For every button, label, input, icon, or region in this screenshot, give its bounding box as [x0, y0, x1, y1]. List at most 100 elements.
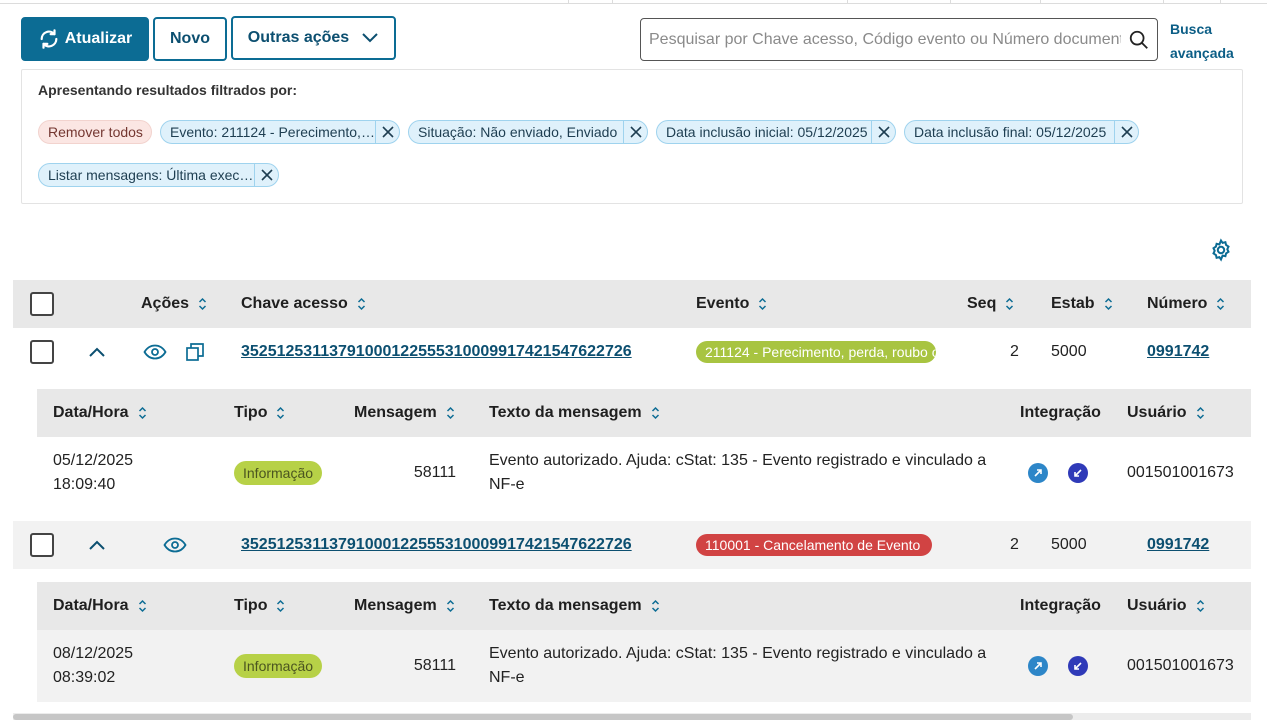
column-datetime[interactable]: Data/Hora	[53, 582, 147, 630]
column-user[interactable]: Usuário	[1127, 389, 1205, 437]
column-message[interactable]: Mensagem	[354, 389, 455, 437]
column-message-text[interactable]: Texto da mensagem	[489, 582, 660, 630]
arrow-down-left-icon[interactable]	[1068, 656, 1088, 676]
sort-icon	[357, 297, 366, 311]
close-icon[interactable]	[871, 121, 895, 143]
type-tag: Informação	[234, 654, 323, 678]
arrow-up-right-icon[interactable]	[1028, 656, 1048, 676]
message-text: Evento autorizado. Ajuda: cStat: 135 - E…	[489, 645, 987, 686]
select-all-checkbox[interactable]	[30, 292, 54, 316]
sort-icon	[1104, 297, 1113, 311]
column-label: Mensagem	[354, 404, 437, 421]
column-seq[interactable]: Seq	[967, 280, 1014, 328]
column-message[interactable]: Mensagem	[354, 582, 455, 630]
grid-header: Ações Chave acesso Evento Seq Estab Núme…	[13, 280, 1251, 328]
gear-icon[interactable]	[1209, 238, 1233, 262]
refresh-button[interactable]: Atualizar	[21, 17, 149, 61]
column-label: Tipo	[234, 404, 268, 421]
advanced-search-link[interactable]: Busca avançada	[1170, 17, 1250, 65]
search-input[interactable]	[649, 30, 1121, 49]
chevron-down-icon	[362, 33, 378, 43]
column-datetime[interactable]: Data/Hora	[53, 389, 147, 437]
message-date: 05/12/2025	[53, 452, 134, 469]
column-user[interactable]: Usuário	[1127, 582, 1205, 630]
sort-icon	[138, 599, 147, 613]
sort-icon	[1216, 297, 1225, 311]
number-link[interactable]: 0991742	[1147, 343, 1209, 361]
horizontal-scrollbar[interactable]	[13, 713, 1251, 720]
row-checkbox[interactable]	[30, 533, 54, 557]
column-label: Chave acesso	[241, 295, 348, 312]
column-label: Evento	[696, 295, 750, 312]
column-label: Texto da mensagem	[489, 597, 642, 614]
close-icon[interactable]	[254, 164, 278, 186]
column-label: Integração	[1020, 404, 1101, 421]
sort-icon	[651, 406, 660, 420]
close-icon[interactable]	[1114, 121, 1138, 143]
search-box	[640, 18, 1158, 61]
other-actions-button[interactable]: Outras ações	[231, 16, 396, 60]
sort-icon	[758, 297, 767, 311]
column-access-key[interactable]: Chave acesso	[241, 280, 366, 328]
column-type[interactable]: Tipo	[234, 582, 285, 630]
chevron-up-icon[interactable]	[88, 521, 106, 569]
table-row: 3525125311379100012255531000991742154762…	[13, 521, 1251, 569]
column-event[interactable]: Evento	[696, 280, 767, 328]
other-actions-label: Outras ações	[247, 29, 350, 46]
sort-icon	[1005, 297, 1014, 311]
subgrid-header: Data/Hora Tipo Mensagem Texto da mensage…	[37, 389, 1251, 437]
sort-icon	[446, 406, 455, 420]
column-message-text[interactable]: Texto da mensagem	[489, 389, 660, 437]
event-tag: 211124 - Perecimento, perda, roubo ou fu…	[696, 341, 936, 363]
filter-chip-label: Listar mensagens: Última execução	[48, 167, 254, 183]
column-label: Número	[1147, 295, 1208, 312]
close-icon[interactable]	[375, 121, 399, 143]
sort-icon	[276, 406, 285, 420]
eye-icon[interactable]	[163, 521, 187, 569]
message-text: Evento autorizado. Ajuda: cStat: 135 - E…	[489, 452, 987, 493]
column-type[interactable]: Tipo	[234, 389, 285, 437]
column-label: Texto da mensagem	[489, 404, 642, 421]
copy-icon[interactable]	[185, 328, 205, 376]
subgrid-row: 05/12/2025 18:09:40 Informação 58111 Eve…	[37, 437, 1251, 509]
filter-chip-messages: Listar mensagens: Última execução	[38, 163, 279, 187]
user-value: 001501001673	[1127, 657, 1234, 674]
filter-chip-label: Situação: Não enviado, Enviado	[418, 124, 618, 140]
refresh-label: Atualizar	[64, 30, 133, 47]
column-actions[interactable]: Ações	[141, 280, 207, 328]
remove-all-chip[interactable]: Remover todos	[38, 120, 152, 144]
message-time: 08:39:02	[53, 669, 116, 686]
arrow-down-left-icon[interactable]	[1068, 463, 1088, 483]
close-icon[interactable]	[623, 121, 647, 143]
search-icon[interactable]	[1121, 29, 1157, 51]
type-tag: Informação	[234, 461, 323, 485]
filter-chip-start-date: Data inclusão inicial: 05/12/2025	[656, 120, 896, 144]
app: Atualizar Novo Outras ações Busca avança…	[0, 0, 1267, 720]
estab-value: 5000	[1051, 536, 1087, 553]
scrollbar-thumb[interactable]	[13, 714, 1073, 720]
eye-icon[interactable]	[143, 328, 167, 376]
seq-value: 2	[1010, 343, 1019, 360]
filter-title: Apresentando resultados filtrados por:	[38, 82, 298, 98]
sort-icon	[651, 599, 660, 613]
column-label: Integração	[1020, 597, 1101, 614]
sort-icon	[276, 599, 285, 613]
arrow-up-right-icon[interactable]	[1028, 463, 1048, 483]
column-estab[interactable]: Estab	[1051, 280, 1113, 328]
column-number[interactable]: Número	[1147, 280, 1225, 328]
access-key-link[interactable]: 3525125311379100012255531000991742154762…	[241, 343, 632, 361]
new-button[interactable]: Novo	[153, 17, 227, 61]
filter-chip-label: Evento: 211124 - Perecimento, perda, rou…	[170, 124, 375, 140]
column-label: Ações	[141, 295, 190, 312]
row-checkbox[interactable]	[30, 340, 54, 364]
sort-icon	[446, 599, 455, 613]
access-key-link[interactable]: 3525125311379100012255531000991742154762…	[241, 536, 632, 554]
chevron-up-icon[interactable]	[88, 328, 106, 376]
sort-icon	[1196, 406, 1205, 420]
column-label: Estab	[1051, 295, 1095, 312]
message-time: 18:09:40	[53, 476, 116, 493]
subgrid-row: 08/12/2025 08:39:02 Informação 58111 Eve…	[37, 630, 1251, 702]
sort-icon	[138, 406, 147, 420]
number-link[interactable]: 0991742	[1147, 536, 1209, 554]
filter-chip-end-date: Data inclusão final: 05/12/2025	[904, 120, 1139, 144]
